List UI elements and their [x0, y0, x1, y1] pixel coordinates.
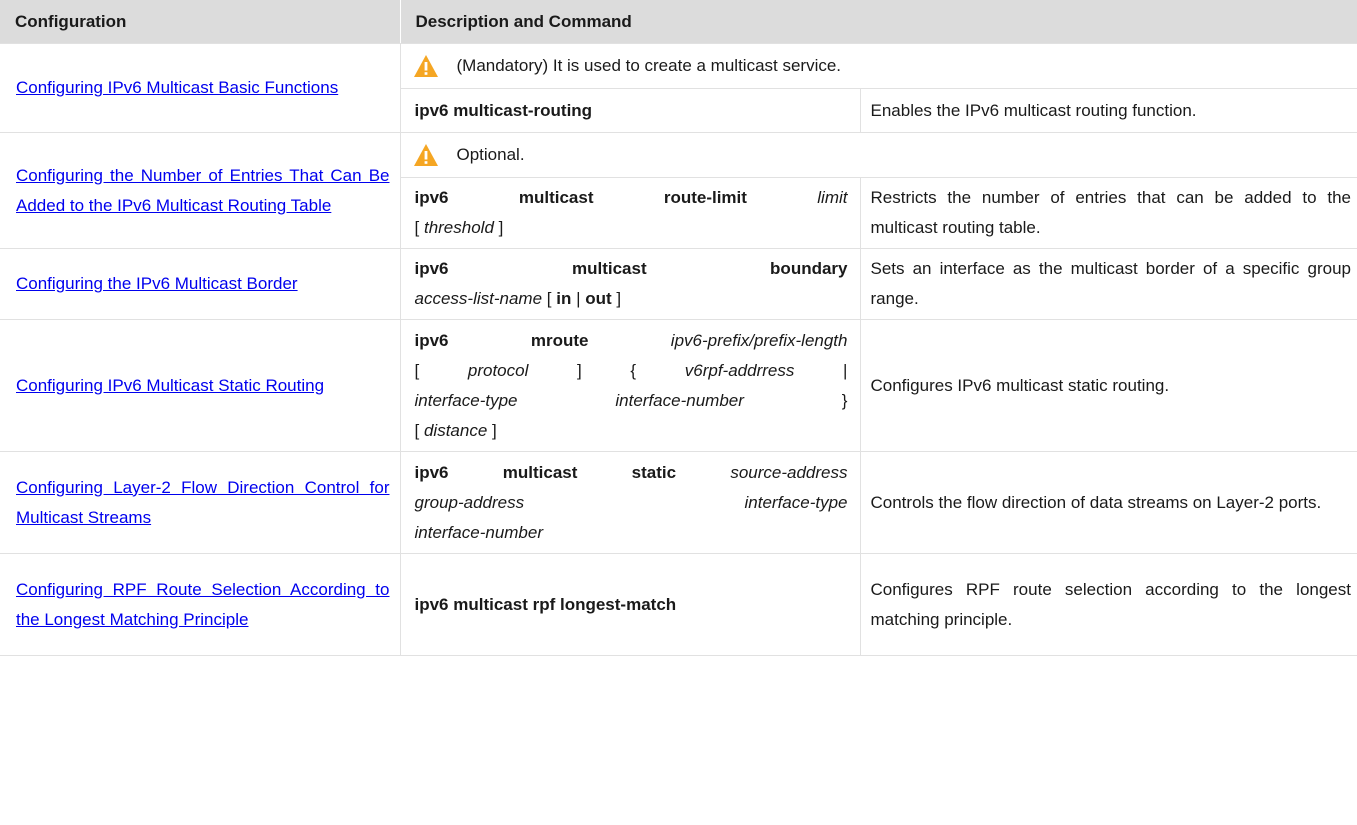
- description-text: Controls the flow direction of data stre…: [860, 451, 1357, 554]
- command-keyword: ipv6 mroute: [414, 330, 589, 350]
- command-brace: }: [841, 390, 848, 410]
- command-arg: protocol: [467, 360, 529, 380]
- config-cell: Configuring IPv6 Multicast Basic Functio…: [0, 43, 401, 133]
- command-bracket: [: [414, 218, 420, 237]
- table-row: Configuring RPF Route Selection Accordin…: [0, 553, 1357, 656]
- config-cell: Configuring the Number of Entries That C…: [0, 132, 401, 249]
- command-keyword: in: [556, 289, 572, 308]
- config-cell: Configuring Layer-2 Flow Direction Contr…: [0, 451, 401, 554]
- config-link-static-routing[interactable]: Configuring IPv6 Multicast Static Routin…: [16, 376, 324, 395]
- config-cell: Configuring RPF Route Selection Accordin…: [0, 553, 401, 656]
- description-text: Configures IPv6 multicast static routing…: [860, 319, 1357, 452]
- warning-icon: [413, 144, 438, 166]
- table-row: Configuring Layer-2 Flow Direction Contr…: [0, 451, 1357, 554]
- command-cell: ipv6 multicast route-limit limit [ thres…: [400, 177, 861, 249]
- description-text: Restricts the number of entries that can…: [860, 177, 1357, 249]
- command-bracket: [: [414, 360, 420, 380]
- command-arg: threshold: [423, 218, 494, 237]
- config-cell: Configuring IPv6 Multicast Static Routin…: [0, 319, 401, 452]
- command-bracket: ]: [616, 289, 622, 308]
- table-row: Configuring IPv6 Multicast Static Routin…: [0, 319, 1357, 452]
- description-text: Sets an interface as the multicast borde…: [860, 248, 1357, 320]
- command-bracket: [: [546, 289, 552, 308]
- table-row: Configuring the Number of Entries That C…: [0, 132, 1357, 249]
- header-description-command: Description and Command: [400, 0, 1357, 44]
- note-cell: (Mandatory) It is used to create a multi…: [400, 43, 1357, 89]
- command-cell: ipv6 mroute ipv6-prefix/prefix-length [ …: [400, 319, 861, 452]
- note-text: (Mandatory) It is used to create a multi…: [456, 56, 842, 75]
- command-arg: interface-number: [414, 522, 544, 542]
- command-arg: interface-number: [615, 390, 744, 410]
- description-text: Configures RPF route selection according…: [860, 553, 1357, 656]
- note-cell: Optional.: [400, 132, 1357, 178]
- config-link-route-limit[interactable]: Configuring the Number of Entries That C…: [16, 166, 390, 215]
- command-keyword: out: [585, 289, 612, 308]
- config-link-rpf-longest-match[interactable]: Configuring RPF Route Selection Accordin…: [16, 580, 390, 629]
- command-keyword: ipv6 multicast route-limit: [414, 188, 747, 207]
- config-link-multicast-border[interactable]: Configuring the IPv6 Multicast Border: [16, 274, 298, 293]
- command-bracket: [: [414, 420, 420, 440]
- table-row: Configuring IPv6 Multicast Basic Functio…: [0, 43, 1357, 133]
- command-bracket: ]: [577, 360, 582, 380]
- command-arg: limit: [817, 188, 848, 207]
- command-bracket: ]: [492, 420, 497, 440]
- table-header-row: Configuration Description and Command: [0, 0, 1357, 44]
- command-arg: interface-type: [744, 492, 848, 512]
- configuration-table: Configuration Description and Command Co…: [0, 0, 1357, 656]
- command-arg: source-address: [730, 462, 848, 482]
- config-link-flow-direction[interactable]: Configuring Layer-2 Flow Direction Contr…: [16, 478, 390, 527]
- command-arg: v6rpf-addrress: [684, 360, 795, 380]
- command-cell: ipv6 multicast rpf longest-match: [400, 553, 861, 656]
- command-cell: ipv6 multicast-routing: [400, 88, 861, 133]
- command-pipe: |: [843, 360, 848, 380]
- command-arg: ipv6-prefix/prefix-length: [670, 330, 848, 350]
- command-cell: ipv6 multicast static source-address gro…: [400, 451, 861, 554]
- header-configuration: Configuration: [0, 0, 401, 44]
- note-text: Optional.: [456, 145, 525, 164]
- command-text: ipv6 multicast-routing: [414, 100, 593, 120]
- config-link-basic-functions[interactable]: Configuring IPv6 Multicast Basic Functio…: [16, 78, 338, 97]
- command-pipe: |: [576, 289, 581, 308]
- command-arg: access-list-name: [414, 289, 543, 308]
- command-brace: {: [630, 360, 637, 380]
- command-bracket: ]: [498, 218, 504, 237]
- table-row: Configuring the IPv6 Multicast Border ip…: [0, 248, 1357, 320]
- description-text: Enables the IPv6 multicast routing funct…: [860, 88, 1357, 133]
- config-cell: Configuring the IPv6 Multicast Border: [0, 248, 401, 320]
- command-cell: ipv6 multicast boundary access-list-name…: [400, 248, 861, 320]
- command-arg: distance: [423, 420, 488, 440]
- command-arg: interface-type: [414, 390, 518, 410]
- command-keyword: ipv6 multicast static: [414, 462, 677, 482]
- warning-icon: [413, 55, 438, 77]
- command-text: ipv6 multicast rpf longest-match: [414, 594, 677, 614]
- command-keyword: ipv6 multicast boundary: [414, 259, 848, 278]
- command-arg: group-address: [414, 492, 525, 512]
